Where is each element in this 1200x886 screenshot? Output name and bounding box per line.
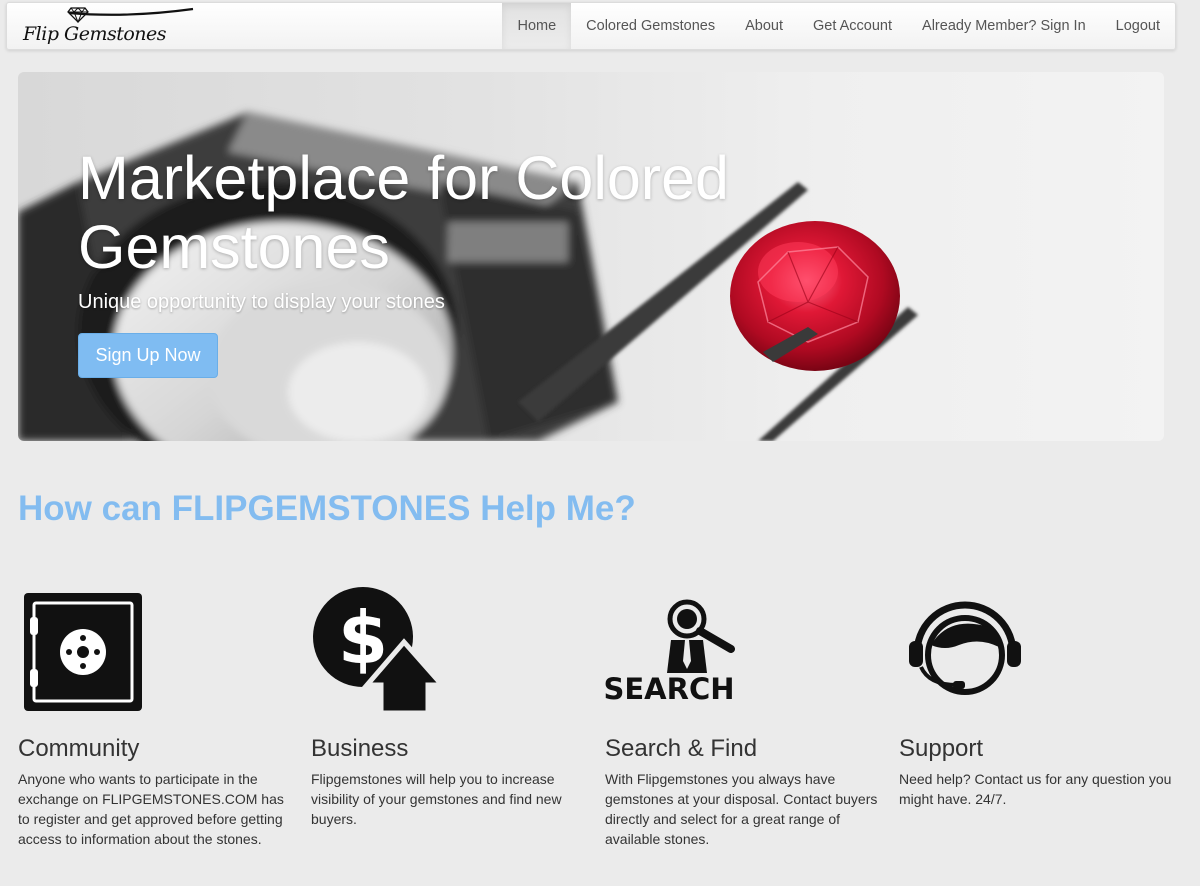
nav-about[interactable]: About bbox=[730, 3, 798, 49]
feature-text: Need help? Contact us for any question y… bbox=[899, 771, 1172, 807]
feature-text: Anyone who wants to participate in the e… bbox=[18, 771, 284, 847]
brand-swoosh bbox=[68, 7, 194, 16]
nav-sign-in[interactable]: Already Member? Sign In bbox=[907, 3, 1101, 49]
nav-colored-gemstones[interactable]: Colored Gemstones bbox=[571, 3, 730, 49]
search-icon-label: SEARCH bbox=[605, 672, 735, 706]
nav-get-account[interactable]: Get Account bbox=[798, 3, 907, 49]
feature-text: With Flipgemstones you always have gemst… bbox=[605, 771, 878, 847]
hero-title: Marketplace for Colored Gemstones bbox=[78, 144, 729, 281]
feature-title: Search & Find bbox=[605, 735, 758, 762]
nav-home[interactable]: Home bbox=[502, 3, 572, 49]
search-person-icon: SEARCH bbox=[605, 599, 735, 706]
safe-icon bbox=[24, 593, 142, 711]
nav-menu: Home Colored Gemstones About Get Account… bbox=[502, 3, 1175, 49]
hero-banner: Marketplace for Colored Gemstones Unique… bbox=[18, 72, 1164, 441]
feature-title: Business bbox=[311, 735, 409, 762]
sign-up-button[interactable]: Sign Up Now bbox=[78, 333, 218, 378]
hero-subtitle: Unique opportunity to display your stone… bbox=[78, 291, 445, 313]
section-heading: How can FLIPGEMSTONES Help Me? bbox=[18, 489, 636, 528]
top-navbar: Flip Gemstones Home Colored Gemstones Ab… bbox=[6, 2, 1176, 50]
brand-logo[interactable]: Flip Gemstones bbox=[23, 5, 194, 49]
nav-logout[interactable]: Logout bbox=[1101, 3, 1175, 49]
headset-support-icon bbox=[909, 601, 1021, 695]
feature-title: Support bbox=[899, 735, 984, 762]
feature-text: Flipgemstones will help you to increase … bbox=[311, 771, 562, 827]
feature-title: Community bbox=[18, 735, 140, 762]
brand-name: Flip Gemstones bbox=[23, 23, 167, 45]
dollar-up-icon: $ bbox=[313, 587, 448, 716]
